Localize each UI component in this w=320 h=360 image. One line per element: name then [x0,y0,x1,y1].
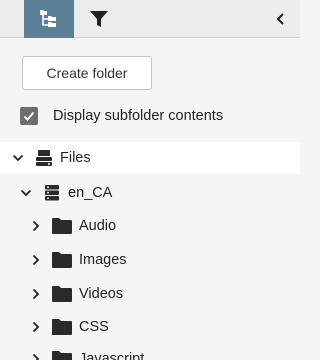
folder-icon [52,251,72,269]
checkmark-icon [23,111,35,121]
folder-tree-tab[interactable] [24,0,74,38]
tree-item-label: Videos [79,286,124,302]
display-subfolder-label: Display subfolder contents [53,108,224,124]
tree-item-javascript[interactable]: Javascript [0,343,300,360]
tree-item-label: CSS [79,319,109,335]
create-folder-label: Create folder [46,65,128,81]
server-icon [42,184,62,202]
expand-toggle[interactable] [11,151,25,165]
tree-item-label: Files [60,150,91,166]
expand-toggle[interactable] [19,186,33,200]
tree-item-css[interactable]: CSS [0,311,300,343]
chevron-right-icon [32,321,40,333]
tree-item-label: Javascript [79,351,145,360]
tree-item-label: en_CA [68,185,113,201]
filter-icon [90,11,108,27]
chevron-right-icon [32,254,40,266]
chevron-right-icon [32,288,40,300]
chevron-left-icon [276,13,284,25]
expand-toggle[interactable] [29,352,43,360]
chevron-down-icon [20,189,32,197]
expand-toggle[interactable] [29,287,43,301]
panel-toolbar [0,0,300,38]
tree-item-label: Images [79,252,127,268]
display-subfolder-checkbox[interactable] [20,107,38,125]
chevron-right-icon [32,220,40,232]
expand-toggle[interactable] [29,219,43,233]
drive-icon [34,149,54,167]
tree-item-audio[interactable]: Audio [0,210,300,242]
tree-item-label: Audio [79,218,117,234]
filter-tab[interactable] [74,0,124,38]
tree-item-images[interactable]: Images [0,244,300,276]
tree-item-files[interactable]: Files [0,142,300,174]
chevron-right-icon [32,353,40,360]
expand-toggle[interactable] [29,253,43,267]
tree-item-videos[interactable]: Videos [0,278,300,310]
create-folder-button[interactable]: Create folder [22,56,152,90]
folder-icon [52,217,72,235]
expand-toggle[interactable] [29,320,43,334]
collapse-panel-button[interactable] [268,6,292,32]
folder-icon [52,318,72,336]
chevron-down-icon [12,154,24,162]
folder-icon [52,285,72,303]
folder-icon [52,350,72,360]
tree-item-en-ca[interactable]: en_CA [0,177,300,209]
folder-tree-icon [40,10,56,27]
display-subfolder-option[interactable]: Display subfolder contents [20,106,223,126]
